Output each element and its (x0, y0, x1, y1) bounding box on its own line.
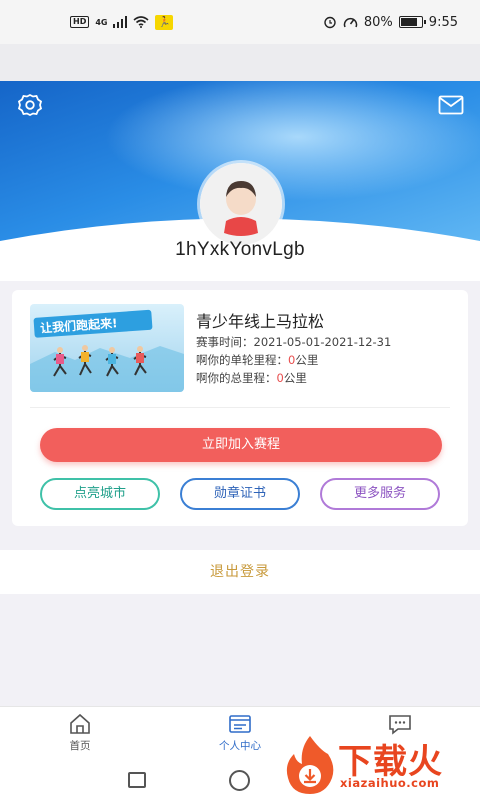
battery-percent: 80% (363, 14, 393, 30)
signal-icon (113, 16, 128, 28)
status-bar: HD 4G 🏃 80% 9:55 (0, 0, 480, 44)
medal-certificate-button[interactable]: 勋章证书 (180, 478, 300, 510)
light-city-button[interactable]: 点亮城市 (40, 478, 160, 510)
battery-icon (398, 16, 426, 28)
avatar[interactable] (200, 163, 282, 245)
single-mileage-label: 啊你的单轮里程： (196, 353, 288, 367)
single-mileage-unit: 公里 (295, 353, 319, 367)
clock: 9:55 (428, 14, 458, 30)
home-icon (70, 713, 90, 734)
top-spacer (0, 44, 480, 81)
total-mileage-label: 啊你的总里程： (196, 371, 277, 385)
network-type: 4G (95, 17, 108, 27)
speedometer-icon (343, 17, 358, 27)
tab-profile[interactable]: 个人中心 (200, 713, 280, 753)
username: 1hYxkYonvLgb (175, 239, 305, 260)
event-date-label: 赛事时间： (196, 335, 254, 349)
watermark-url: xiazaihuo.com (340, 776, 440, 790)
event-date-range: 2021-05-01-2021-12-31 (253, 335, 392, 349)
event-date-line: 赛事时间：2021-05-01-2021-12-31 (196, 334, 391, 350)
app-notification-icon: 🏃 (155, 14, 174, 30)
gear-icon[interactable] (16, 93, 44, 117)
single-mileage-line: 啊你的单轮里程：0公里 (196, 352, 318, 368)
event-title: 青少年线上马拉松 (196, 312, 325, 331)
recents-button[interactable] (128, 772, 146, 788)
hd-badge: HD (70, 16, 90, 28)
profile-card-icon (229, 715, 251, 733)
total-mileage-line: 啊你的总里程：0公里 (196, 370, 307, 386)
join-event-button[interactable]: 立即加入赛程 (40, 428, 442, 462)
home-button[interactable] (229, 770, 250, 791)
total-mileage-unit: 公里 (283, 371, 307, 385)
profile-header: 1hYxkYonvLgb (0, 81, 480, 281)
tab-home-label: 首页 (69, 740, 91, 752)
status-right: 80% 9:55 (323, 15, 458, 30)
card-divider (30, 407, 450, 408)
more-services-button[interactable]: 更多服务 (320, 478, 440, 510)
mail-icon[interactable] (438, 95, 464, 115)
avatar-icon (200, 163, 282, 245)
wifi-icon (133, 16, 150, 28)
flame-logo-icon (286, 736, 334, 794)
battery-fill (400, 18, 417, 26)
alarm-icon (324, 16, 336, 29)
logout-button[interactable]: 退出登录 (0, 550, 480, 594)
total-mileage-value: 0 (276, 371, 284, 385)
tab-profile-label: 个人中心 (219, 740, 261, 752)
event-card: 让我们跑起来! 青少年线上马拉松 赛事时间：2021-05-01-2021-12… (12, 290, 468, 526)
tab-home[interactable]: 首页 (40, 713, 120, 753)
event-banner-image[interactable]: 让我们跑起来! (30, 304, 184, 392)
status-left: HD 4G 🏃 (70, 14, 174, 30)
watermark: 下载火 xiazaihuo.com (282, 732, 480, 800)
